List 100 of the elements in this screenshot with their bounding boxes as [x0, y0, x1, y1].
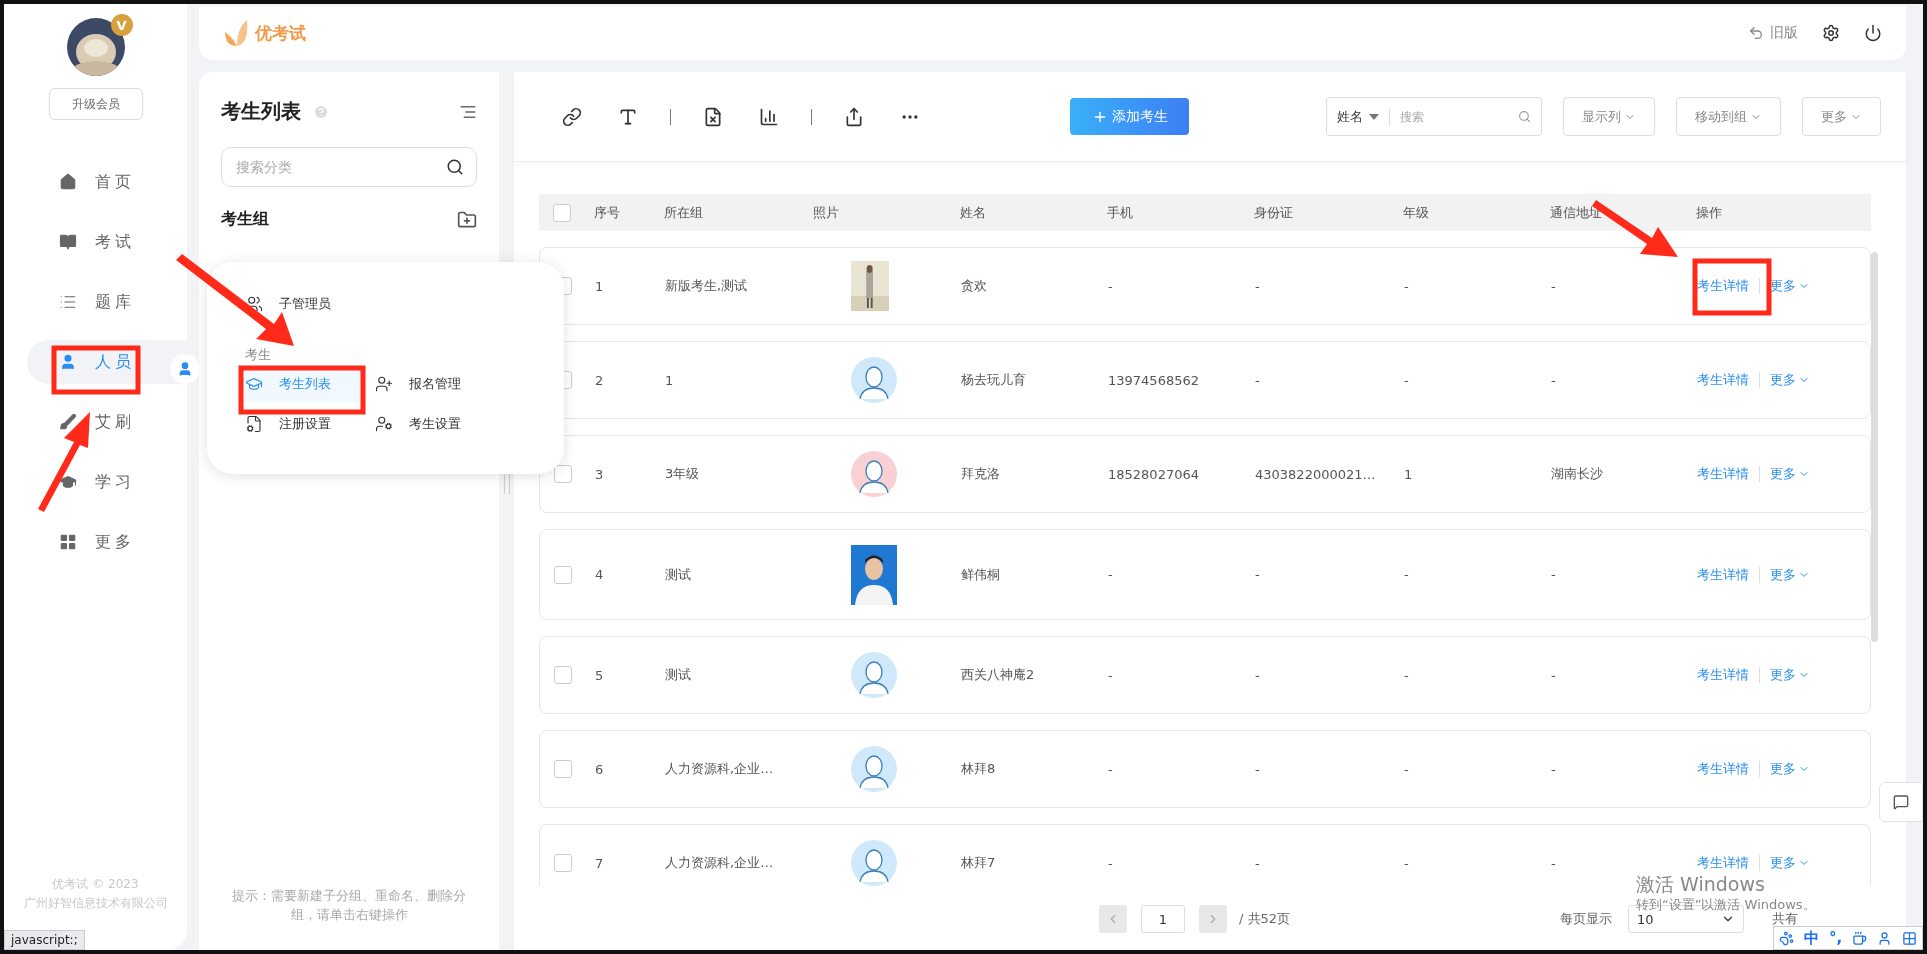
more-link[interactable]: 更多: [1770, 666, 1810, 684]
graduation-cap-icon: [245, 375, 263, 393]
more-link[interactable]: 更多: [1770, 465, 1810, 483]
ime-toolbar[interactable]: 中 °,: [1773, 926, 1923, 950]
checkbox[interactable]: [554, 760, 572, 778]
table-cell: -: [1404, 667, 1409, 683]
ime-key[interactable]: 中: [1803, 928, 1819, 948]
search-icon: [446, 158, 464, 176]
table-cell: 贪欢: [961, 277, 987, 295]
checkbox[interactable]: [554, 465, 572, 483]
nav-item[interactable]: 艾刷: [27, 400, 187, 444]
search-box[interactable]: 搜索分类: [221, 147, 477, 187]
checkbox[interactable]: [553, 203, 571, 222]
table-cell: 1: [1404, 466, 1413, 482]
nav-item[interactable]: 学习: [27, 460, 187, 504]
share-icon[interactable]: [844, 106, 864, 127]
more-link[interactable]: 更多: [1770, 854, 1810, 872]
chat-button[interactable]: [1879, 782, 1923, 822]
table-cell: 6: [595, 761, 604, 777]
table-cell: -: [1108, 278, 1113, 294]
page-field[interactable]: 1: [1141, 905, 1185, 933]
menu-item[interactable]: 报名管理: [367, 366, 527, 402]
nav-item[interactable]: 考试: [27, 220, 187, 264]
table-cell: -: [1108, 761, 1113, 777]
menu-item[interactable]: 考生设置: [367, 406, 527, 442]
settings-icon[interactable]: [1822, 24, 1840, 42]
menu-item[interactable]: 注册设置: [237, 406, 367, 442]
file-x-icon[interactable]: [703, 106, 723, 127]
dropdown-button[interactable]: 更多: [1802, 97, 1881, 136]
detail-link[interactable]: 考生详情: [1697, 666, 1749, 684]
column-header: 照片: [813, 203, 839, 222]
table-cell: -: [1255, 567, 1260, 582]
table-cell: 测试: [665, 565, 691, 584]
table-cell: -: [1551, 855, 1556, 871]
table-cell: 人力资源科,企业…: [665, 760, 774, 778]
checkbox[interactable]: [554, 666, 572, 684]
dropdown-button[interactable]: 显示列: [1563, 97, 1655, 136]
detail-link[interactable]: 考生详情: [1697, 854, 1749, 872]
cup-icon[interactable]: [1852, 930, 1868, 946]
ime-key[interactable]: °,: [1828, 929, 1843, 947]
table-cell: 3年级: [665, 465, 700, 483]
table-cell: -: [1551, 761, 1556, 777]
old-version-link[interactable]: 旧版: [1748, 24, 1798, 42]
book-icon: [59, 233, 77, 251]
user-icon[interactable]: [170, 354, 200, 384]
table-cell: 2: [595, 372, 604, 388]
column-header: 身份证: [1254, 203, 1293, 222]
search-field[interactable]: 姓名 搜索: [1326, 97, 1542, 136]
scrollbar[interactable]: [1871, 252, 1878, 642]
detail-link[interactable]: 考生详情: [1697, 565, 1749, 584]
file-gear-icon: [245, 415, 263, 433]
column-header: 姓名: [960, 203, 986, 222]
panel-title: 考生列表: [221, 98, 301, 125]
column-header: 所在组: [664, 203, 703, 222]
more-link[interactable]: 更多: [1770, 760, 1810, 778]
link-icon[interactable]: [562, 106, 582, 127]
more-link[interactable]: 更多: [1770, 277, 1810, 295]
total-count: 共有: [1772, 910, 1799, 928]
bar-chart-icon[interactable]: [759, 106, 779, 127]
search-field[interactable]: 搜索分类: [234, 158, 446, 176]
hint-text: 提示：需要新建子分组、重命名、删除分组，请单击右键操作: [231, 887, 467, 924]
menu-item[interactable]: 子管理员: [237, 286, 527, 322]
detail-link[interactable]: 考生详情: [1697, 277, 1749, 295]
table-cell: 新版考生,测试: [665, 277, 748, 295]
nav-label: 更多: [95, 531, 135, 553]
brush-icon: [59, 413, 77, 431]
add-button[interactable]: 添加考生: [1070, 98, 1189, 135]
undo-icon: [1748, 25, 1764, 41]
nav-label: 考试: [95, 231, 135, 253]
user-icon[interactable]: [1877, 930, 1892, 946]
search-input[interactable]: 搜索: [1398, 108, 1510, 125]
table-cell: 林拜7: [961, 854, 996, 872]
column-header: 操作: [1696, 203, 1722, 222]
more-link[interactable]: 更多: [1770, 371, 1810, 389]
detail-link[interactable]: 考生详情: [1697, 371, 1749, 389]
user-gear-icon: [375, 415, 393, 433]
more-link[interactable]: 更多: [1770, 565, 1810, 584]
nav-label: 人员: [95, 351, 135, 373]
table-cell: -: [1255, 855, 1260, 871]
nav-item[interactable]: 更多: [27, 520, 187, 564]
table-cell: -: [1404, 567, 1409, 582]
field-select[interactable]: 姓名: [1337, 107, 1390, 126]
list-icon: [59, 293, 77, 311]
power-icon[interactable]: [1864, 24, 1882, 42]
dropdown-button[interactable]: 移动到组: [1676, 97, 1781, 136]
upgrade-button[interactable]: 升级会员: [48, 88, 143, 120]
table-cell: -: [1551, 278, 1556, 294]
checkbox[interactable]: [554, 854, 572, 872]
user-icon: [59, 353, 77, 371]
table-cell: 鲜伟桐: [961, 565, 1000, 584]
menu-section-label: 考生: [244, 346, 272, 364]
folder-plus-icon[interactable]: [457, 209, 477, 230]
table-cell: 4303822000021…: [1255, 466, 1376, 482]
detail-link[interactable]: 考生详情: [1697, 760, 1749, 778]
grid-icon[interactable]: [1901, 930, 1917, 946]
detail-link[interactable]: 考生详情: [1697, 465, 1749, 483]
paw-icon[interactable]: [1778, 930, 1794, 946]
nav-item[interactable]: 题库: [27, 280, 187, 324]
nav-item[interactable]: 首页: [27, 160, 187, 204]
checkbox[interactable]: [554, 565, 572, 584]
